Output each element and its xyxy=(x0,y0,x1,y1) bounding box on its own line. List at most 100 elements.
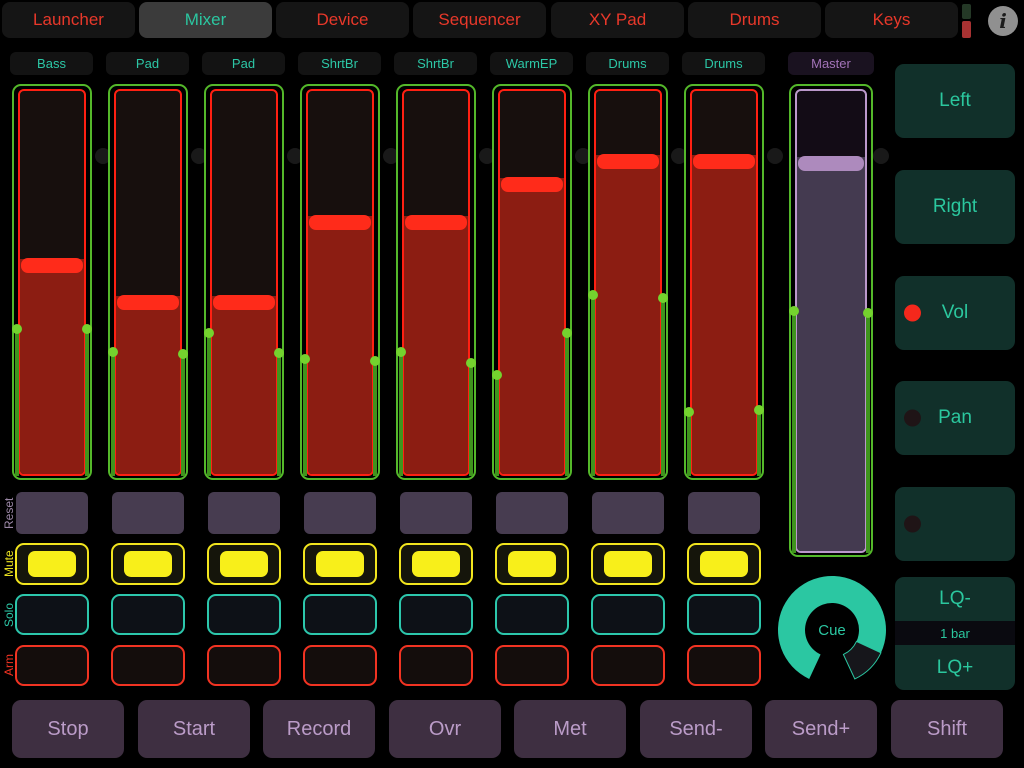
meter-left xyxy=(111,352,115,476)
send--button[interactable]: Send- xyxy=(640,700,752,758)
tab-xy-pad[interactable]: XY Pad xyxy=(551,2,684,38)
reset-button[interactable] xyxy=(592,492,664,534)
arm-button[interactable] xyxy=(303,645,377,686)
mute-active-indicator xyxy=(124,551,172,577)
arm-button[interactable] xyxy=(207,645,281,686)
arm-button[interactable] xyxy=(495,645,569,686)
fader-handle[interactable] xyxy=(798,156,864,171)
mute-active-indicator xyxy=(220,551,268,577)
meter-peak-right xyxy=(863,308,873,318)
meter-peak-left xyxy=(108,347,118,357)
fader-fill xyxy=(116,296,180,474)
meter-left xyxy=(687,412,691,476)
stop-button[interactable]: Stop xyxy=(12,700,124,758)
fader-track xyxy=(18,89,86,476)
tab-launcher[interactable]: Launcher xyxy=(2,2,135,38)
tab-drums[interactable]: Drums xyxy=(688,2,821,38)
fader-track xyxy=(690,89,758,476)
ovr-button[interactable]: Ovr xyxy=(389,700,501,758)
fader-track xyxy=(498,89,566,476)
channel-fader[interactable] xyxy=(396,84,476,480)
solo-button[interactable] xyxy=(687,594,761,635)
channel-fader[interactable] xyxy=(12,84,92,480)
mute-button[interactable] xyxy=(111,543,185,585)
channel-name-label: ShrtBr xyxy=(394,52,477,75)
channel-fader[interactable] xyxy=(204,84,284,480)
solo-button[interactable] xyxy=(111,594,185,635)
reset-button[interactable] xyxy=(208,492,280,534)
channel-fader[interactable] xyxy=(108,84,188,480)
solo-button[interactable] xyxy=(15,594,89,635)
reset-button[interactable] xyxy=(16,492,88,534)
fader-fill xyxy=(20,259,84,474)
mute-button[interactable] xyxy=(591,543,665,585)
fader-track xyxy=(210,89,278,476)
arm-button[interactable] xyxy=(111,645,185,686)
fader-handle[interactable] xyxy=(117,295,179,310)
tab-sequencer[interactable]: Sequencer xyxy=(413,2,546,38)
channel-name-label: WarmEP xyxy=(490,52,573,75)
blank-mode-button[interactable] xyxy=(895,487,1015,561)
channel-fader[interactable] xyxy=(684,84,764,480)
reset-button[interactable] xyxy=(112,492,184,534)
mute-button[interactable] xyxy=(303,543,377,585)
solo-button[interactable] xyxy=(591,594,665,635)
mute-button[interactable] xyxy=(15,543,89,585)
mute-button[interactable] xyxy=(207,543,281,585)
fader-handle[interactable] xyxy=(693,154,755,169)
fader-handle[interactable] xyxy=(309,215,371,230)
arm-button[interactable] xyxy=(591,645,665,686)
meter-left xyxy=(399,352,403,476)
reset-row-label: Reset xyxy=(2,492,16,534)
info-icon[interactable]: i xyxy=(988,6,1018,36)
fader-handle[interactable] xyxy=(213,295,275,310)
arm-button[interactable] xyxy=(15,645,89,686)
mute-row-label: Mute xyxy=(2,543,16,585)
meter-left xyxy=(591,295,595,476)
cue-knob-label: Cue xyxy=(818,622,846,639)
mute-active-indicator xyxy=(412,551,460,577)
meter-right xyxy=(661,298,665,476)
arm-row-label: Arm xyxy=(2,645,16,686)
meter-peak-left xyxy=(492,370,502,380)
reset-button[interactable] xyxy=(688,492,760,534)
arm-button[interactable] xyxy=(399,645,473,686)
met-button[interactable]: Met xyxy=(514,700,626,758)
reset-button[interactable] xyxy=(400,492,472,534)
right-button[interactable]: Right xyxy=(895,170,1015,244)
pan-button[interactable]: Pan xyxy=(895,381,1015,455)
solo-button[interactable] xyxy=(495,594,569,635)
solo-button[interactable] xyxy=(399,594,473,635)
tab-mixer[interactable]: Mixer xyxy=(139,2,272,38)
send--button[interactable]: Send+ xyxy=(765,700,877,758)
shift-button[interactable]: Shift xyxy=(891,700,1003,758)
solo-button[interactable] xyxy=(207,594,281,635)
channel-fader[interactable] xyxy=(300,84,380,480)
record-button[interactable]: Record xyxy=(263,700,375,758)
cue-volume-knob[interactable]: Cue xyxy=(775,573,889,687)
fader-handle[interactable] xyxy=(21,258,83,273)
launch-quantize-minus-button[interactable]: LQ- xyxy=(895,577,1015,621)
reset-button[interactable] xyxy=(304,492,376,534)
vol-button[interactable]: Vol xyxy=(895,276,1015,350)
tab-device[interactable]: Device xyxy=(276,2,409,38)
master-fader[interactable] xyxy=(789,84,873,557)
launch-quantize-plus-button[interactable]: LQ+ xyxy=(895,645,1015,690)
solo-button[interactable] xyxy=(303,594,377,635)
mute-button[interactable] xyxy=(399,543,473,585)
fader-fill xyxy=(596,155,660,474)
left-button[interactable]: Left xyxy=(895,64,1015,138)
channel-dot xyxy=(873,148,889,164)
mute-button[interactable] xyxy=(687,543,761,585)
arm-button[interactable] xyxy=(687,645,761,686)
channel-fader[interactable] xyxy=(588,84,668,480)
start-button[interactable]: Start xyxy=(138,700,250,758)
tab-keys[interactable]: Keys xyxy=(825,2,958,38)
meter-left xyxy=(495,375,499,476)
fader-handle[interactable] xyxy=(405,215,467,230)
channel-fader[interactable] xyxy=(492,84,572,480)
fader-handle[interactable] xyxy=(597,154,659,169)
mute-button[interactable] xyxy=(495,543,569,585)
fader-handle[interactable] xyxy=(501,177,563,192)
reset-button[interactable] xyxy=(496,492,568,534)
